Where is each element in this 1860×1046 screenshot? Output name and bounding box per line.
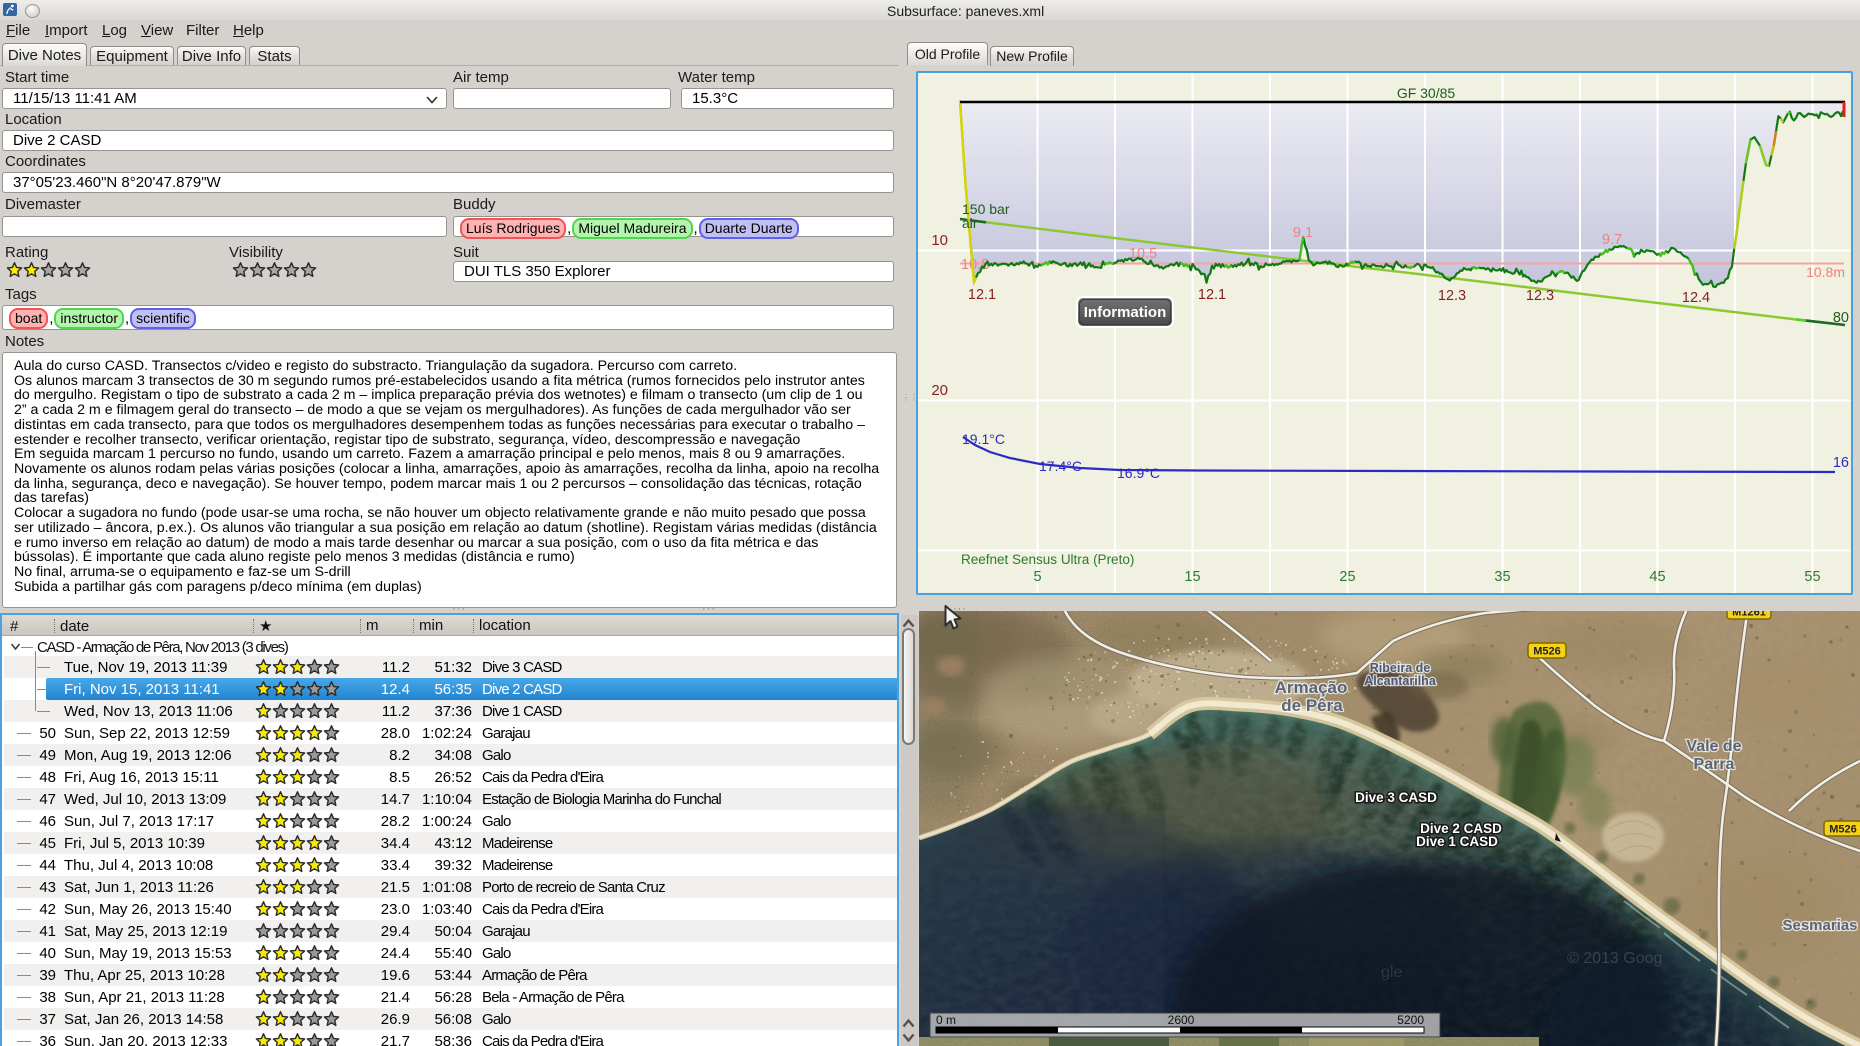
svg-text:5: 5: [1033, 569, 1041, 585]
svg-text:20: 20: [931, 382, 948, 399]
svg-text:0 m: 0 m: [936, 1013, 956, 1027]
svg-text:25: 25: [1339, 569, 1355, 585]
svg-text:de Pêra: de Pêra: [1281, 696, 1343, 715]
svg-text:Reefnet Sensus Ultra (Preto): Reefnet Sensus Ultra (Preto): [961, 552, 1134, 567]
svg-text:45: 45: [1649, 569, 1665, 585]
svg-text:Sesmarias: Sesmarias: [1782, 917, 1857, 934]
svg-text:12.1: 12.1: [968, 287, 996, 303]
svg-text:M1261: M1261: [1732, 611, 1766, 619]
svg-text:gle: gle: [1381, 964, 1402, 981]
svg-text:16: 16: [1833, 455, 1849, 471]
svg-text:10: 10: [931, 232, 948, 249]
svg-text:Vale de: Vale de: [1686, 738, 1741, 755]
svg-text:10.5: 10.5: [1129, 246, 1157, 262]
svg-text:55: 55: [1804, 569, 1820, 585]
svg-text:80: 80: [1833, 310, 1849, 326]
svg-text:Dive 1 CASD: Dive 1 CASD: [1416, 834, 1498, 849]
svg-text:© 2013 Goog: © 2013 Goog: [1567, 950, 1662, 967]
svg-text:15: 15: [1184, 569, 1200, 585]
svg-text:Armação: Armação: [1275, 678, 1348, 697]
svg-text:35: 35: [1494, 569, 1510, 585]
svg-text:GF 30/85: GF 30/85: [1397, 85, 1456, 101]
svg-text:12.4: 12.4: [1682, 290, 1710, 306]
svg-text:5200: 5200: [1397, 1013, 1424, 1027]
svg-text:17.4°C: 17.4°C: [1039, 458, 1082, 474]
svg-text:9.1: 9.1: [1293, 225, 1313, 241]
svg-text:Dive 3 CASD: Dive 3 CASD: [1355, 790, 1437, 805]
svg-text:Ribeira de: Ribeira de: [1370, 661, 1430, 675]
svg-text:Information: Information: [1084, 304, 1167, 321]
svg-text:10.8m: 10.8m: [1806, 264, 1845, 280]
svg-text:12.3: 12.3: [1526, 288, 1554, 304]
svg-text:Parra: Parra: [1694, 756, 1735, 773]
svg-text:M526: M526: [1829, 824, 1857, 836]
svg-text:M526: M526: [1533, 646, 1561, 658]
svg-text:2600: 2600: [1168, 1013, 1195, 1027]
svg-text:air: air: [962, 215, 978, 231]
svg-text:12.3: 12.3: [1438, 288, 1466, 304]
svg-text:19.1°C: 19.1°C: [962, 431, 1005, 447]
svg-text:12.1: 12.1: [1198, 287, 1226, 303]
svg-text:16.9°C: 16.9°C: [1117, 465, 1160, 481]
svg-text:Alcantarilha: Alcantarilha: [1364, 674, 1437, 688]
svg-text:9.7: 9.7: [1602, 232, 1622, 248]
